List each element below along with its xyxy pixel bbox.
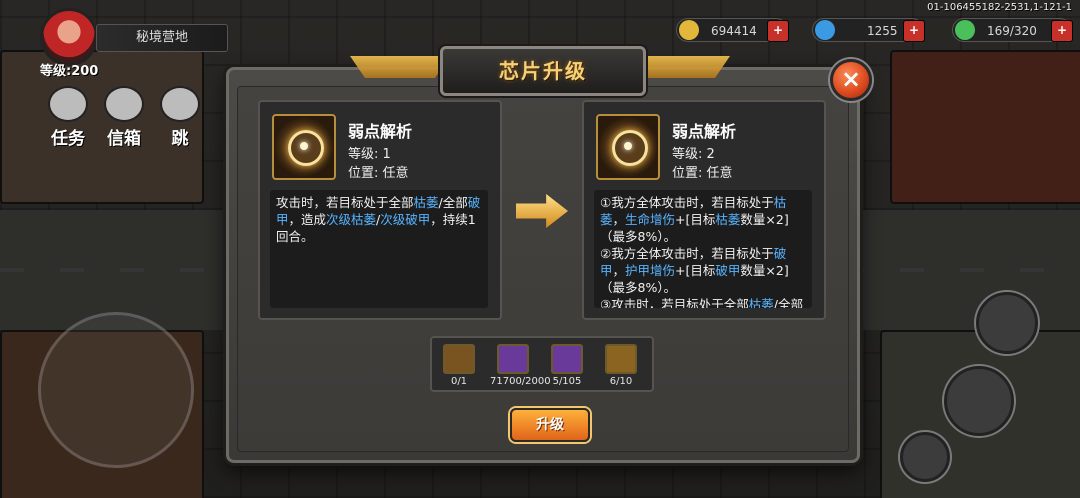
highlight-keyword: 枯萎	[413, 195, 439, 210]
armor-part-icon	[551, 344, 583, 374]
description-text: ①我方全体攻击时，若目标处于	[600, 195, 774, 210]
mail-icon	[104, 86, 144, 122]
material-item[interactable]: 0/1	[436, 344, 482, 387]
description-text: ，造成	[288, 212, 327, 227]
energy-icon	[955, 20, 975, 40]
highlight-keyword: 枯萎	[715, 212, 741, 227]
close-button[interactable]: ×	[830, 59, 872, 101]
next-chip-card: 弱点解析 等级: 2 位置: 任意 ①我方全体攻击时，若目标处于枯萎，生命增伤+…	[582, 100, 826, 320]
base-name-label: 秘境营地	[96, 24, 228, 52]
chip-icon	[443, 344, 475, 374]
chip-position: 位置: 任意	[348, 166, 409, 181]
chip-description[interactable]: ①我方全体攻击时，若目标处于枯萎，生命增伤+[目标枯萎数量×2]（最多8%）。 ②…	[594, 190, 812, 308]
material-count: 0/1	[450, 376, 468, 387]
chip-name: 弱点解析	[672, 122, 737, 141]
description-text: /全部	[438, 195, 468, 210]
chip-position: 位置: 任意	[672, 166, 733, 181]
gem-counter: 1255 +	[812, 18, 925, 42]
material-item[interactable]: 6/10	[598, 344, 644, 387]
build-id: 01-106455182-2531,1-121-1	[927, 2, 1072, 13]
task-button[interactable]: 任务	[46, 86, 90, 149]
jump-button-label: 跳	[171, 129, 189, 149]
chip-level: 等级: 1	[348, 147, 391, 162]
coin-counter: 694414 +	[676, 18, 789, 42]
current-chip-card: 弱点解析 等级: 1 位置: 任意 攻击时，若目标处于全部枯萎/全部破甲，造成次…	[258, 100, 502, 320]
mailbox-button[interactable]: 信箱	[102, 86, 146, 149]
highlight-keyword: 破甲	[715, 263, 741, 278]
banner-wing-left	[350, 56, 450, 78]
vehicle-part-icon	[497, 344, 529, 374]
virtual-joystick[interactable]	[38, 312, 194, 468]
material-count: 6/10	[609, 376, 633, 387]
player-avatar[interactable]	[40, 8, 98, 66]
chip-core	[624, 142, 632, 150]
material-count: 71700/2000	[490, 376, 551, 387]
material-count: 5/105	[552, 376, 582, 387]
gem-value: 1255	[867, 24, 898, 38]
energy-counter: 169/320 +	[952, 18, 1073, 42]
highlight-keyword: 生命增伤	[625, 212, 676, 227]
highlight-keyword: 枯萎	[748, 297, 774, 308]
description-text: ，	[612, 263, 626, 278]
chip-name: 弱点解析	[348, 122, 413, 141]
description-text: ③攻击时，若目标处于全部	[600, 297, 749, 308]
mailbox-button-label: 信箱	[107, 129, 141, 149]
add-energy-button[interactable]: +	[1051, 20, 1073, 42]
highlight-keyword: 次级枯萎	[326, 212, 377, 227]
chip-level: 等级: 2	[672, 147, 715, 162]
player-level: 等级:200	[40, 64, 99, 79]
task-icon	[48, 86, 88, 122]
highlight-keyword: 护甲增伤	[625, 263, 676, 278]
description-text: +[目标	[675, 263, 716, 278]
layers-button[interactable]	[944, 366, 1014, 436]
add-gem-button[interactable]: +	[903, 20, 925, 42]
chip-crosshair-icon	[596, 114, 660, 180]
coin-icon	[679, 20, 699, 40]
task-button-label: 任务	[51, 129, 85, 149]
shoe-dash-button[interactable]	[976, 292, 1038, 354]
upgrade-materials: 0/1 71700/2000 5/105 6/10	[430, 336, 654, 392]
description-text: /全部	[773, 297, 803, 308]
highlight-keyword: 次级破甲	[380, 212, 431, 227]
description-text: +[目标	[675, 212, 716, 227]
gem-icon	[815, 20, 835, 40]
coin-value: 694414	[711, 24, 757, 38]
description-text: ，	[612, 212, 626, 227]
dialog-title-banner: 芯片升级	[440, 46, 646, 96]
chip-description: 攻击时，若目标处于全部枯萎/全部破甲，造成次级枯萎/次级破甲，持续1回合。	[270, 190, 488, 308]
jump-icon	[160, 86, 200, 122]
description-text: 攻击时，若目标处于全部	[276, 195, 414, 210]
magnifier-icon	[605, 344, 637, 374]
upgrade-button[interactable]: 升级	[510, 408, 590, 442]
material-item[interactable]: 71700/2000	[490, 344, 551, 387]
chip-core	[300, 142, 308, 150]
menu-button[interactable]	[900, 432, 950, 482]
energy-value: 169/320	[987, 24, 1037, 38]
chip-crosshair-icon	[272, 114, 336, 180]
dialog-title: 芯片升级	[499, 59, 587, 83]
add-coin-button[interactable]: +	[767, 20, 789, 42]
jump-button[interactable]: 跳	[158, 86, 202, 149]
material-item[interactable]: 5/105	[544, 344, 590, 387]
description-text: ②我方全体攻击时，若目标处于	[600, 246, 774, 261]
